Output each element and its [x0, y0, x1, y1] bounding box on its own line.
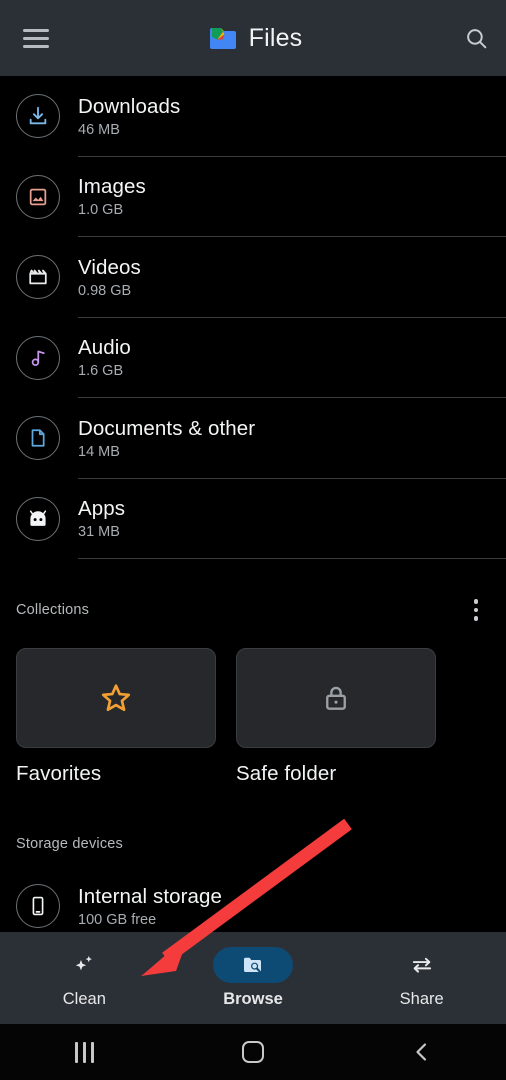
category-row-downloads[interactable]: Downloads 46 MB: [0, 76, 506, 157]
category-size: 46 MB: [78, 121, 120, 138]
files-app-screen: Files Downloads 46 MB Images 1.0 GB Vide…: [0, 0, 506, 1080]
category-row-apps[interactable]: Apps 31 MB: [0, 479, 506, 560]
recents-bar: [82, 1041, 86, 1063]
video-icon: [16, 255, 60, 300]
collection-card[interactable]: [16, 648, 216, 748]
category-size: 31 MB: [78, 524, 120, 541]
collection-label: Safe folder: [236, 762, 337, 785]
collection-safe-folder[interactable]: Safe folder: [236, 648, 436, 786]
storage-heading: Storage devices: [16, 836, 123, 852]
folder-search-icon: [244, 957, 261, 973]
category-row-images[interactable]: Images 1.0 GB: [0, 157, 506, 238]
category-name: Videos: [78, 255, 141, 279]
category-size: 1.6 GB: [78, 363, 124, 380]
category-size: 0.98 GB: [78, 282, 132, 299]
back-icon[interactable]: [337, 1040, 506, 1064]
category-size: 14 MB: [78, 443, 120, 460]
kebab-dot: [473, 607, 479, 613]
nav-label: Share: [399, 990, 444, 1008]
app-bar: Files: [0, 0, 506, 76]
document-icon: [16, 416, 60, 461]
collection-label: Favorites: [16, 762, 102, 785]
star-icon: [101, 684, 131, 712]
category-row-audio[interactable]: Audio 1.6 GB: [0, 318, 506, 399]
category-size: 1.0 GB: [78, 202, 124, 219]
category-row-videos[interactable]: Videos 0.98 GB: [0, 237, 506, 318]
category-name: Images: [78, 175, 146, 199]
phone-icon: [16, 884, 60, 928]
storage-section-header: Storage devices: [0, 824, 506, 864]
menu-line: [23, 28, 49, 32]
more-vertical-icon[interactable]: [462, 594, 490, 626]
app-title: Files: [248, 23, 303, 52]
category-name: Downloads: [78, 94, 181, 118]
nav-pill-active: [213, 947, 293, 983]
home-icon[interactable]: [169, 1041, 338, 1063]
menu-line: [23, 44, 49, 48]
category-name: Audio: [78, 336, 131, 360]
image-icon: [16, 174, 60, 219]
swap-arrows-icon: [412, 957, 431, 973]
nav-item-browse[interactable]: Browse: [169, 947, 338, 1009]
recents-bar: [74, 1041, 78, 1063]
system-navigation-bar: [0, 1024, 506, 1080]
collection-favorites[interactable]: Favorites: [16, 648, 216, 786]
search-icon[interactable]: [446, 26, 506, 51]
category-row-documents[interactable]: Documents & other 14 MB: [0, 398, 506, 479]
download-icon: [16, 94, 60, 139]
android-app-icon: [16, 496, 60, 541]
menu-line: [23, 36, 49, 40]
storage-device-detail: 100 GB free: [78, 911, 157, 928]
collections-grid: Favorites Safe folder: [16, 648, 436, 786]
category-list: Downloads 46 MB Images 1.0 GB Videos 0.9…: [0, 76, 506, 559]
sparkles-icon: [76, 955, 93, 971]
music-note-icon: [16, 335, 60, 380]
kebab-dot: [473, 616, 479, 621]
bottom-navigation-bar: Clean Browse Share: [0, 932, 506, 1024]
nav-item-share[interactable]: Share: [337, 947, 506, 1009]
storage-device-name: Internal storage: [78, 884, 223, 908]
kebab-dot: [473, 599, 479, 604]
nav-item-clean[interactable]: Clean: [0, 947, 169, 1009]
collections-section-header: Collections: [0, 590, 506, 630]
lock-icon: [326, 686, 346, 710]
collection-card[interactable]: [236, 648, 436, 748]
recents-icon[interactable]: [0, 1041, 169, 1063]
nav-label: Clean: [62, 990, 106, 1008]
category-name: Apps: [78, 497, 126, 521]
nav-label: Browse: [223, 990, 283, 1008]
app-brand: Files: [64, 24, 446, 53]
nav-pill: [44, 947, 124, 983]
nav-pill: [382, 947, 462, 983]
category-name: Documents & other: [78, 416, 256, 440]
google-files-logo: [208, 24, 238, 52]
recents-bar: [90, 1041, 94, 1063]
collections-heading: Collections: [16, 602, 90, 618]
hamburger-menu-icon[interactable]: [8, 28, 64, 48]
